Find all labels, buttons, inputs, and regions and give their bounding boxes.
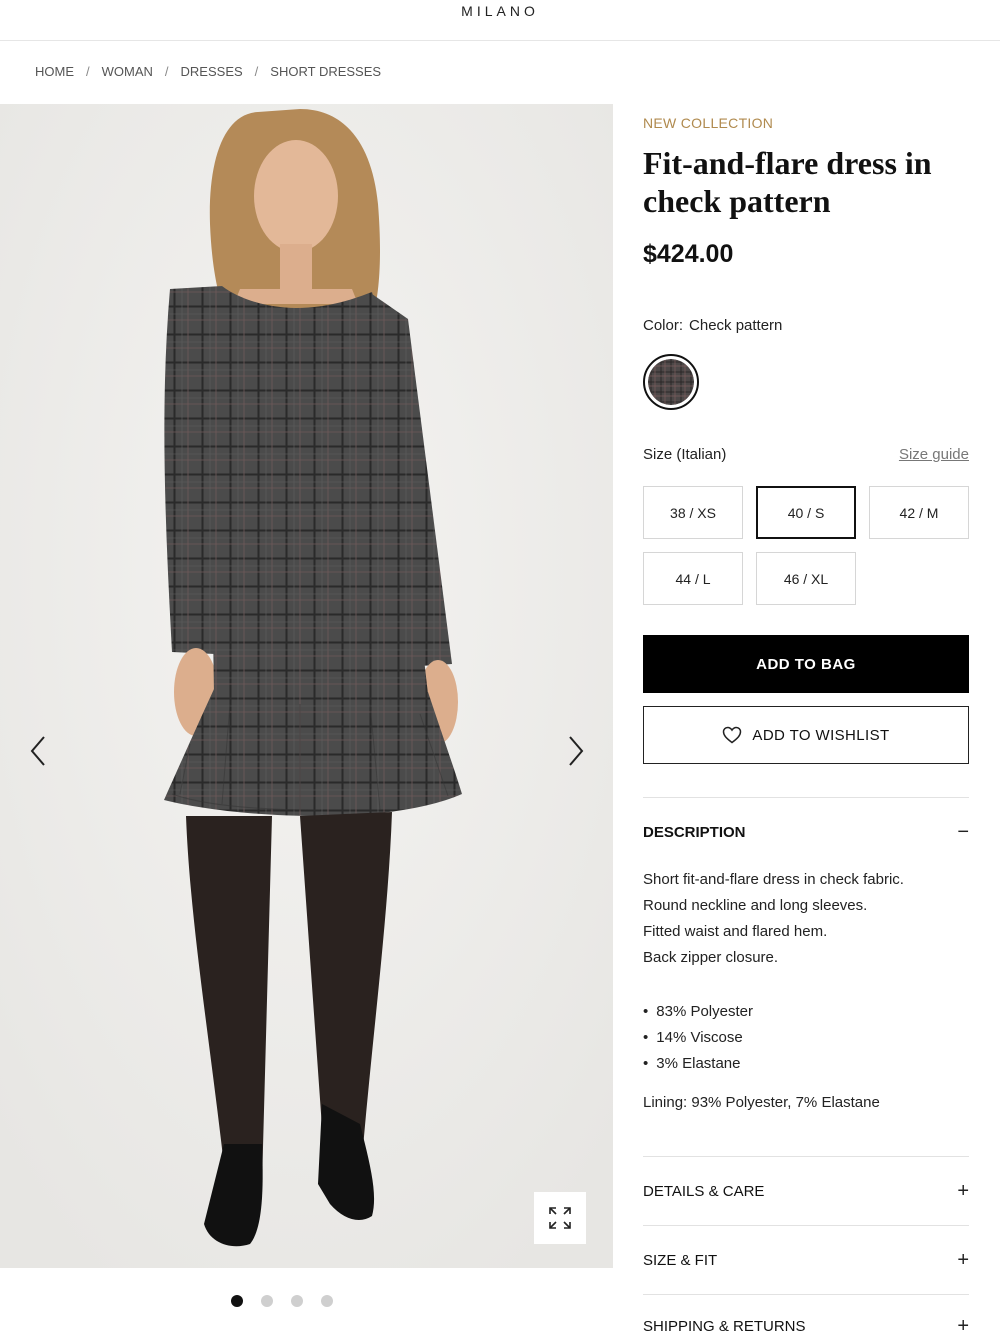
composition-item: 83% Polyester (643, 1003, 753, 1020)
color-swatch-check-pattern[interactable] (643, 354, 699, 410)
gallery-dot-3[interactable] (291, 1295, 303, 1307)
expand-icon (549, 1207, 571, 1229)
composition-item: 14% Viscose (643, 1029, 742, 1046)
gallery-dot-2[interactable] (261, 1295, 273, 1307)
size-option-40-s[interactable]: 40 / S (756, 486, 856, 539)
breadcrumb-separator: / (254, 64, 259, 79)
size-option-44-l[interactable]: 44 / L (643, 552, 743, 605)
size-option-46-xl[interactable]: 46 / XL (756, 552, 856, 605)
accordion-description-label: DESCRIPTION (643, 823, 746, 841)
add-to-wishlist-button[interactable]: ADD TO WISHLIST (643, 706, 969, 764)
divider (643, 1156, 969, 1157)
chevron-left-icon (30, 736, 45, 766)
expand-plus-icon: + (957, 1249, 969, 1271)
breadcrumb: HOME / WOMAN / DRESSES / SHORT DRESSES (35, 64, 381, 79)
gallery-dot-1[interactable] (231, 1295, 243, 1307)
breadcrumb-separator: / (164, 64, 169, 79)
add-to-bag-button[interactable]: ADD TO BAG (643, 635, 969, 693)
product-price: $424.00 (643, 240, 734, 268)
size-option-38-xs[interactable]: 38 / XS (643, 486, 743, 539)
description-line: Fitted waist and flared hem. (643, 923, 828, 940)
color-selector-label: Color: Check pattern (643, 317, 782, 334)
accordion-shipping-returns-label: SHIPPING & RETURNS (643, 1317, 806, 1333)
color-value: Check pattern (689, 317, 783, 334)
collection-label: NEW COLLECTION (643, 115, 774, 131)
color-label: Color: (643, 317, 684, 334)
divider (643, 1225, 969, 1226)
composition-item: 3% Elastane (643, 1055, 740, 1072)
brand-logo[interactable]: MILANO (0, 3, 1000, 19)
accordion-shipping-returns-header[interactable]: SHIPPING & RETURNS + (643, 1316, 969, 1333)
next-image-button[interactable] (564, 734, 588, 768)
product-photo (0, 104, 613, 1268)
accordion-size-fit-header[interactable]: SIZE & FIT + (643, 1250, 969, 1270)
breadcrumb-dresses[interactable]: DRESSES (181, 64, 243, 79)
expand-plus-icon: + (957, 1180, 969, 1202)
product-image-gallery (0, 104, 613, 1268)
size-option-42-m[interactable]: 42 / M (869, 486, 969, 539)
gallery-pagination (231, 1295, 333, 1307)
top-bar: MILANO (0, 0, 1000, 41)
expand-plus-icon: + (957, 1315, 969, 1333)
heart-icon (723, 726, 742, 744)
previous-image-button[interactable] (26, 734, 50, 768)
accordion-description-header[interactable]: DESCRIPTION − (643, 822, 969, 842)
accordion-details-care-header[interactable]: DETAILS & CARE + (643, 1181, 969, 1201)
divider (643, 1294, 969, 1295)
collapse-icon: − (957, 821, 969, 843)
size-guide-link[interactable]: Size guide (899, 446, 969, 463)
breadcrumb-woman[interactable]: WOMAN (102, 64, 153, 79)
breadcrumb-home[interactable]: HOME (35, 64, 74, 79)
divider (643, 797, 969, 798)
lining-info: Lining: 93% Polyester, 7% Elastane (643, 1094, 880, 1111)
description-line: Round neckline and long sleeves. (643, 897, 868, 914)
gallery-dot-4[interactable] (321, 1295, 333, 1307)
product-title: Fit-and-flare dress in check pattern (643, 145, 932, 219)
size-selector-header: Size (Italian) Size guide (643, 446, 969, 463)
description-line: Short fit-and-flare dress in check fabri… (643, 871, 904, 888)
breadcrumb-short-dresses[interactable]: SHORT DRESSES (270, 64, 381, 79)
breadcrumb-separator: / (86, 64, 90, 79)
accordion-details-care-label: DETAILS & CARE (643, 1182, 765, 1200)
accordion-size-fit-label: SIZE & FIT (643, 1251, 718, 1269)
chevron-right-icon (569, 736, 584, 766)
description-line: Back zipper closure. (643, 949, 779, 966)
size-label: Size (Italian) (643, 446, 727, 463)
wishlist-label: ADD TO WISHLIST (752, 726, 890, 744)
fullscreen-button[interactable] (534, 1192, 586, 1244)
swatch-pattern (648, 359, 694, 405)
